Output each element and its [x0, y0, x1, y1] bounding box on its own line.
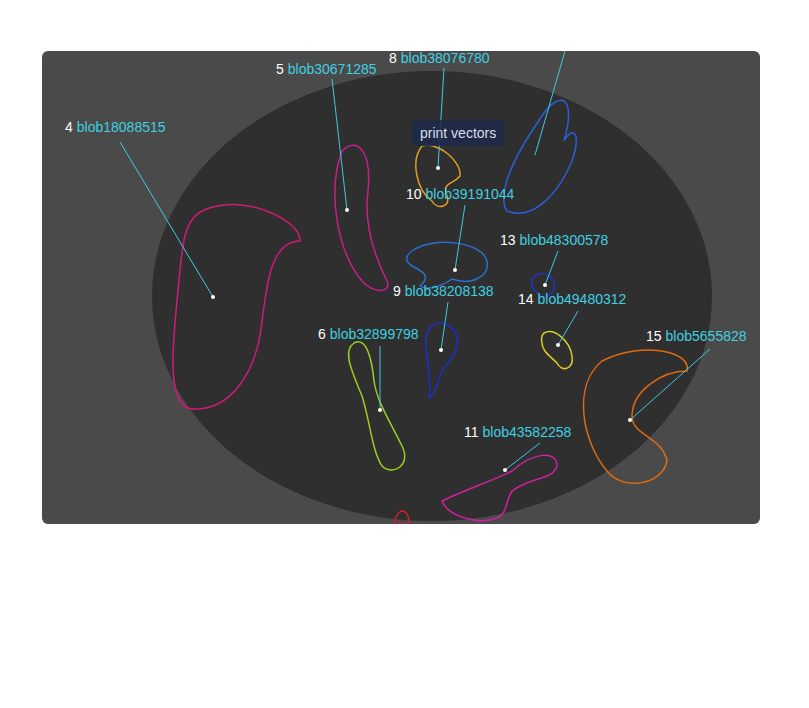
blob-outline[interactable] [407, 205, 488, 288]
blob-label: 6blob32899798 [318, 325, 419, 343]
blob-outline[interactable] [332, 79, 388, 290]
blob-name: blob5655828 [666, 327, 747, 345]
blob-outline[interactable] [531, 251, 558, 297]
blob-outline[interactable] [349, 342, 405, 470]
blob-label: 5blob30671285 [276, 60, 377, 78]
image-panel[interactable]: 4blob18088515 5blob30671285 8blob38076780 1… [42, 51, 760, 524]
blob-name: blob38076780 [401, 49, 490, 67]
blob-number: 4 [65, 118, 73, 136]
blob-label: 9blob38208138 [393, 282, 494, 300]
blob-name: blob48300578 [520, 231, 609, 249]
blob-number: 15 [646, 327, 662, 345]
blob-name: blob38208138 [405, 282, 494, 300]
blob-name: blob18088515 [77, 118, 166, 136]
blob-label: 10blob39191044 [406, 185, 514, 203]
blob-outline[interactable] [583, 349, 710, 483]
blob-outline[interactable] [426, 302, 458, 398]
page: 4blob18088515 5blob30671285 8blob38076780 1… [0, 0, 809, 708]
blob-name: blob49480312 [538, 290, 627, 308]
unlabeled-blob [394, 511, 409, 524]
blob-outline[interactable] [120, 142, 300, 409]
print-vectors-button[interactable]: print vectors [412, 120, 504, 146]
blob-label: 13blob48300578 [500, 231, 608, 249]
blob-label: 14blob49480312 [518, 290, 626, 308]
blob-number: 6 [318, 325, 326, 343]
blob-name: blob39191044 [426, 185, 515, 203]
blob-outline[interactable] [442, 443, 557, 521]
blob-number: 5 [276, 60, 284, 78]
blob-number: 13 [500, 231, 516, 249]
blob-label: 11blob43582258 [464, 423, 571, 441]
unlabeled-blob [504, 51, 576, 213]
blob-name: blob32899798 [330, 325, 419, 343]
blob-number: 8 [389, 49, 397, 67]
blob-number: 11 [464, 423, 479, 441]
blob-number: 10 [406, 185, 422, 203]
blob-number: 14 [518, 290, 534, 308]
blob-name: blob30671285 [288, 60, 377, 78]
blob-outline[interactable] [542, 311, 578, 369]
blob-label: 4blob18088515 [65, 118, 166, 136]
blob-label: 8blob38076780 [389, 49, 490, 67]
blob-number: 9 [393, 282, 401, 300]
blob-label: 15blob5655828 [646, 327, 747, 345]
blob-name: blob43582258 [483, 423, 572, 441]
